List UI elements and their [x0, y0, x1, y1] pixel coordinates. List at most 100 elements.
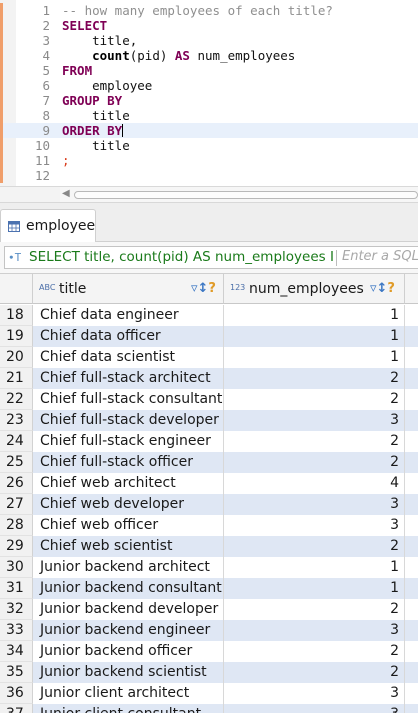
- code-text[interactable]: FROM: [62, 63, 92, 78]
- table-row[interactable]: 32 Junior backend developer 2: [0, 599, 418, 620]
- row-number[interactable]: 31: [0, 578, 33, 599]
- cell-title[interactable]: Chief data scientist: [33, 347, 224, 368]
- cell-num-employees[interactable]: 4: [224, 473, 405, 494]
- code-text[interactable]: count(pid) AS num_employees: [62, 48, 295, 63]
- editor-line[interactable]: 7 GROUP BY: [0, 93, 418, 108]
- cell-num-employees[interactable]: 2: [224, 662, 405, 683]
- table-row[interactable]: 23 Chief full-stack developer 3: [0, 410, 418, 431]
- cell-num-employees[interactable]: 2: [224, 452, 405, 473]
- editor-line[interactable]: 2 SELECT: [0, 18, 418, 33]
- cell-title[interactable]: Chief web architect: [33, 473, 224, 494]
- table-row[interactable]: 33 Junior backend engineer 3: [0, 620, 418, 641]
- code-text[interactable]: title,: [62, 33, 137, 48]
- cell-title[interactable]: Chief full-stack developer: [33, 410, 224, 431]
- editor-line[interactable]: 9 ORDER BY: [0, 123, 418, 138]
- row-number[interactable]: 27: [0, 494, 33, 515]
- table-row[interactable]: 20 Chief data scientist 1: [0, 347, 418, 368]
- cell-num-employees[interactable]: 3: [224, 494, 405, 515]
- row-number[interactable]: 18: [0, 305, 33, 326]
- cell-num-employees[interactable]: 2: [224, 599, 405, 620]
- cell-num-employees[interactable]: 2: [224, 389, 405, 410]
- column-header-num-employees[interactable]: 123 num_employees ▿↕?: [224, 274, 405, 304]
- table-row[interactable]: 22 Chief full-stack consultant 2: [0, 389, 418, 410]
- row-number[interactable]: 29: [0, 536, 33, 557]
- cell-num-employees[interactable]: 3: [224, 704, 405, 713]
- editor-line[interactable]: 3 title,: [0, 33, 418, 48]
- row-number[interactable]: 36: [0, 683, 33, 704]
- filter-sort-icon[interactable]: ▿↕?: [191, 281, 216, 296]
- cell-num-employees[interactable]: 3: [224, 515, 405, 536]
- row-number[interactable]: 28: [0, 515, 33, 536]
- cell-num-employees[interactable]: 3: [224, 683, 405, 704]
- table-row[interactable]: 35 Junior backend scientist 2: [0, 662, 418, 683]
- table-row[interactable]: 37Junior client consultant3: [0, 704, 418, 713]
- cell-num-employees[interactable]: 2: [224, 431, 405, 452]
- code-text[interactable]: title: [62, 138, 130, 153]
- code-text[interactable]: -- how many employees of each title?: [62, 3, 333, 18]
- code-text[interactable]: title: [62, 108, 130, 123]
- code-text[interactable]: GROUP BY: [62, 93, 122, 108]
- cell-title[interactable]: Junior backend engineer: [33, 620, 224, 641]
- cell-num-employees[interactable]: 3: [224, 410, 405, 431]
- scrollbar-thumb[interactable]: [74, 191, 418, 199]
- row-number[interactable]: 35: [0, 662, 33, 683]
- cell-num-employees[interactable]: 1: [224, 305, 405, 326]
- cell-title[interactable]: Chief web developer: [33, 494, 224, 515]
- scroll-left-icon[interactable]: ◀: [62, 188, 70, 199]
- editor-line[interactable]: 6 employee: [0, 78, 418, 93]
- editor-line[interactable]: 4 count(pid) AS num_employees: [0, 48, 418, 63]
- row-number[interactable]: 21: [0, 368, 33, 389]
- table-row[interactable]: 19 Chief data officer 1: [0, 326, 418, 347]
- table-row[interactable]: 31 Junior backend consultant 1: [0, 578, 418, 599]
- row-number[interactable]: 25: [0, 452, 33, 473]
- results-grid[interactable]: ABC title ▿↕? 123 num_employees ▿↕? 18 Ch…: [0, 273, 418, 713]
- cell-num-employees[interactable]: 2: [224, 536, 405, 557]
- table-row[interactable]: 27 Chief web developer 3: [0, 494, 418, 515]
- row-number[interactable]: 24: [0, 431, 33, 452]
- editor-line[interactable]: 8 title: [0, 108, 418, 123]
- table-row[interactable]: 30 Junior backend architect 1: [0, 557, 418, 578]
- editor-line[interactable]: 12: [0, 168, 418, 183]
- cell-title[interactable]: Junior backend architect: [33, 557, 224, 578]
- row-number[interactable]: 37: [0, 704, 33, 713]
- cell-title[interactable]: Chief data officer: [33, 326, 224, 347]
- cell-num-employees[interactable]: 1: [224, 326, 405, 347]
- row-number[interactable]: 19: [0, 326, 33, 347]
- cell-title[interactable]: Chief data engineer: [33, 305, 224, 326]
- row-number[interactable]: 30: [0, 557, 33, 578]
- cell-num-employees[interactable]: 3: [224, 620, 405, 641]
- filter-sort-icon[interactable]: ▿↕?: [370, 281, 395, 296]
- table-row[interactable]: 18 Chief data engineer 1: [0, 305, 418, 326]
- table-row[interactable]: 36 Junior client architect 3: [0, 683, 418, 704]
- editor-line[interactable]: 10 title: [0, 138, 418, 153]
- cell-title[interactable]: Junior client architect: [33, 683, 224, 704]
- cell-num-employees[interactable]: 1: [224, 557, 405, 578]
- row-number[interactable]: 34: [0, 641, 33, 662]
- cell-title[interactable]: Junior backend officer: [33, 641, 224, 662]
- cell-title[interactable]: Junior backend developer: [33, 599, 224, 620]
- editor-line[interactable]: 11;: [0, 153, 418, 168]
- editor-horizontal-scrollbar[interactable]: ◀: [60, 186, 418, 202]
- table-row[interactable]: 26 Chief web architect 4: [0, 473, 418, 494]
- sql-editor[interactable]: 1 -- how many employees of each title? 2 SE…: [0, 0, 418, 186]
- cell-title[interactable]: Chief full-stack architect: [33, 368, 224, 389]
- code-text[interactable]: ;: [62, 153, 70, 168]
- tab-employee[interactable]: employee: [0, 209, 96, 243]
- cell-num-employees[interactable]: 1: [224, 578, 405, 599]
- row-number[interactable]: 22: [0, 389, 33, 410]
- cell-num-employees[interactable]: 1: [224, 347, 405, 368]
- cell-title[interactable]: Junior backend scientist: [33, 662, 224, 683]
- table-row[interactable]: 29 Chief web scientist 2: [0, 536, 418, 557]
- column-header-title[interactable]: ABC title ▿↕?: [33, 274, 224, 304]
- cell-title[interactable]: Chief web scientist: [33, 536, 224, 557]
- editor-line[interactable]: 5 FROM: [0, 63, 418, 78]
- cell-title[interactable]: Junior backend consultant: [33, 578, 224, 599]
- table-row[interactable]: 25 Chief full-stack officer 2: [0, 452, 418, 473]
- cell-num-employees[interactable]: 2: [224, 641, 405, 662]
- table-row[interactable]: 28 Chief web officer 3: [0, 515, 418, 536]
- cell-title[interactable]: Chief web officer: [33, 515, 224, 536]
- row-number[interactable]: 26: [0, 473, 33, 494]
- filter-input[interactable]: ∙T SELECT title, count(pid) AS num_emplo…: [4, 246, 418, 269]
- code-text[interactable]: employee: [62, 78, 152, 93]
- code-text[interactable]: ORDER BY: [62, 123, 124, 138]
